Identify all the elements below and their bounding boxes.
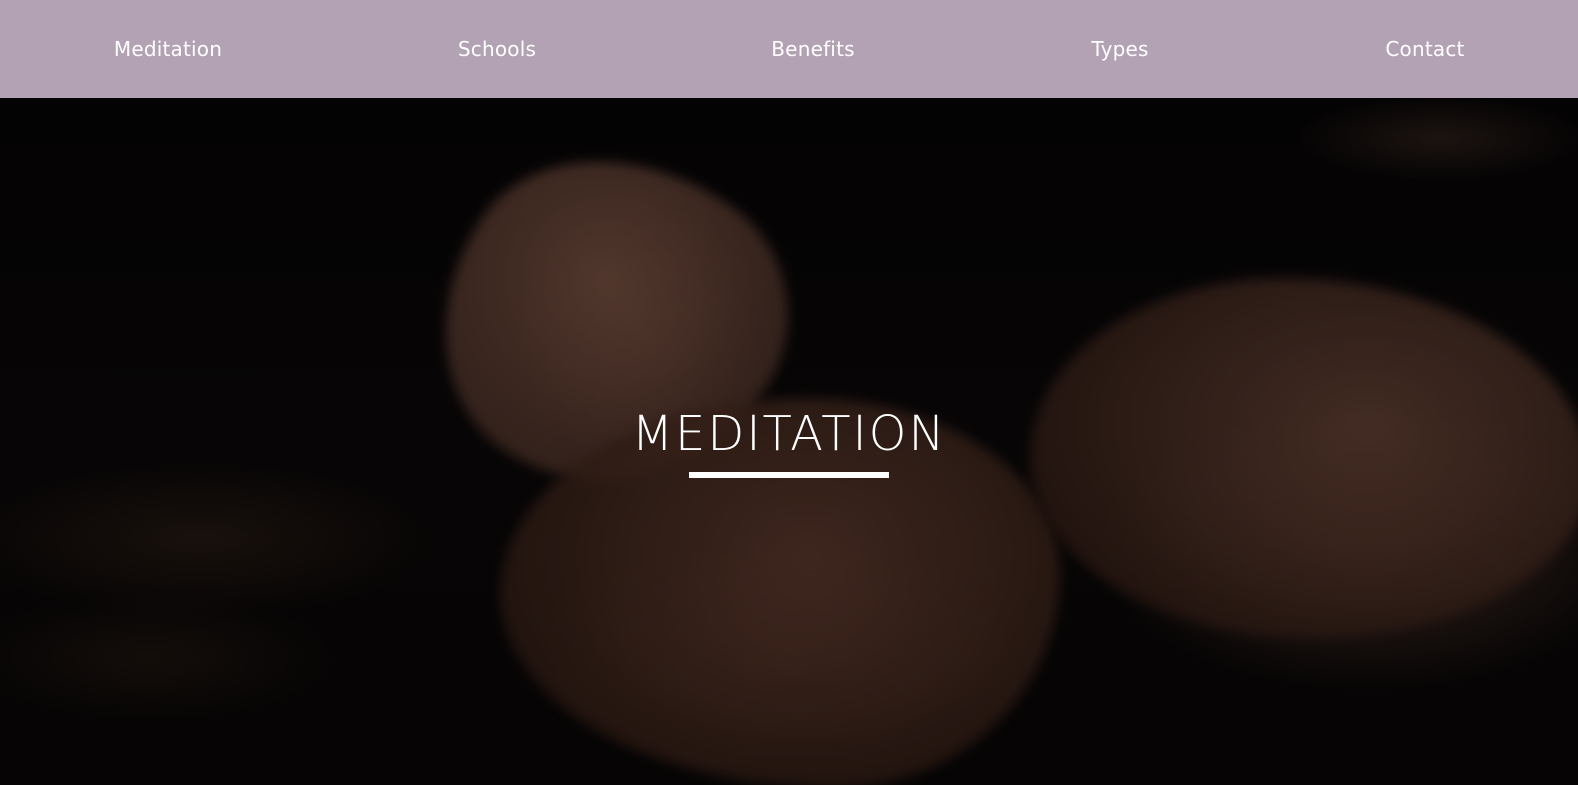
nav-link-schools[interactable]: Schools bbox=[458, 0, 536, 98]
nav-link-types[interactable]: Types bbox=[1091, 0, 1148, 98]
nav-link-contact[interactable]: Contact bbox=[1385, 0, 1464, 98]
hero-title: MEDITATION bbox=[631, 406, 947, 462]
top-navigation-bar: Meditation Schools Benefits Types Contac… bbox=[0, 0, 1578, 98]
hero-section: MEDITATION bbox=[0, 98, 1578, 785]
hero-title-underline bbox=[689, 472, 889, 478]
nav-link-meditation[interactable]: Meditation bbox=[114, 0, 222, 98]
nav-link-benefits[interactable]: Benefits bbox=[771, 0, 854, 98]
